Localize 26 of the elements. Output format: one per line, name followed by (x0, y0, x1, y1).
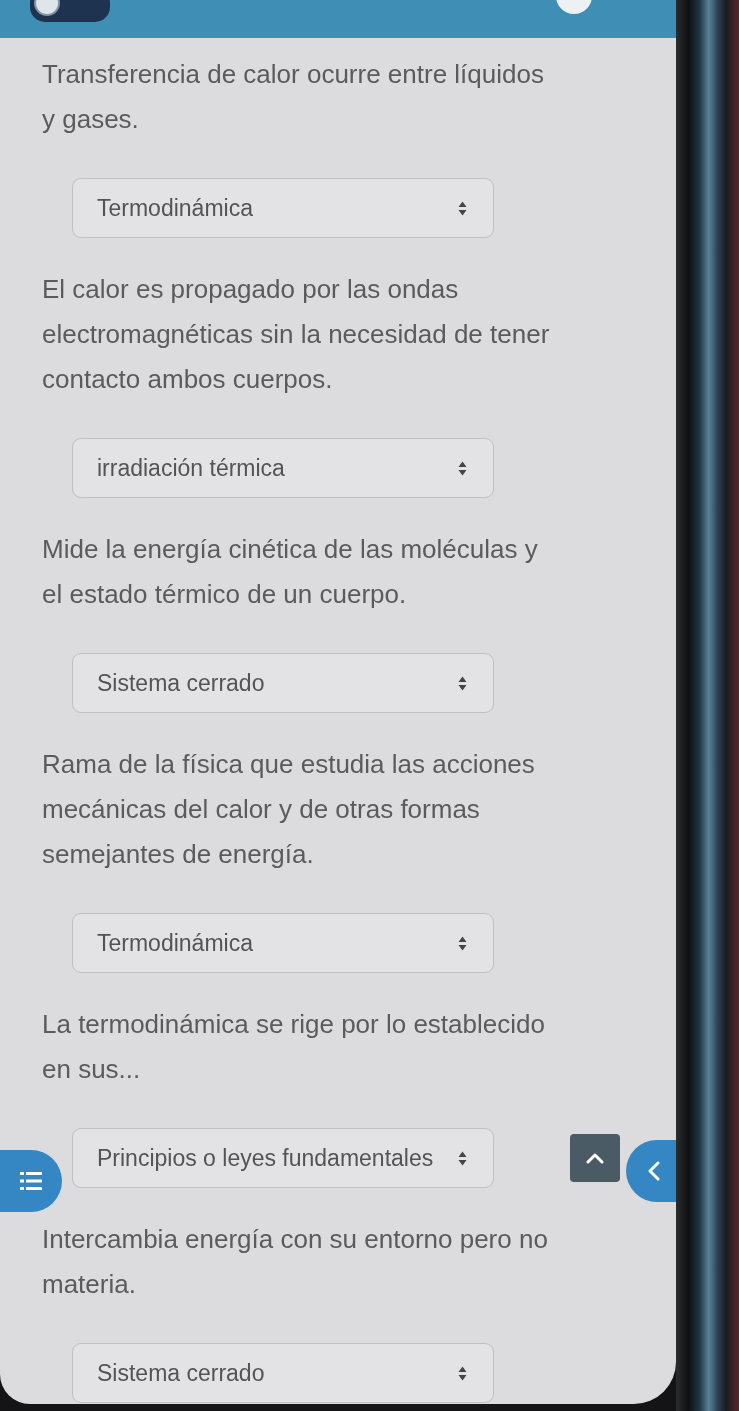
back-button[interactable] (626, 1140, 676, 1202)
up-down-arrows-icon (458, 675, 467, 691)
answer-dropdown[interactable]: Termodinámica (72, 178, 494, 238)
question-text: Rama de la física que estudia las acciones mecánicas del calor y de otras formas semejantes de energía. (42, 748, 535, 871)
answer-dropdown[interactable]: Principios o leyes fundamentales (72, 1128, 494, 1188)
question-text: El calor es propagado por las ondas electromagnéticas sin la necesidad de tener contacto ambos cuerpos. (42, 273, 550, 396)
up-down-arrows-icon (458, 460, 467, 476)
caret-up-icon (586, 1152, 604, 1164)
back-to-top-button[interactable] (570, 1134, 620, 1182)
up-down-arrows-icon (458, 1150, 467, 1166)
answer-dropdown[interactable]: Termodinámica (72, 913, 494, 973)
chevron-left-icon (648, 1161, 660, 1181)
answer-dropdown[interactable]: Sistema cerrado (72, 1343, 494, 1403)
answer-dropdown[interactable]: Sistema cerrado (72, 653, 494, 713)
answer-dropdown[interactable]: irradiación térmica (72, 438, 494, 498)
question-text: Transferencia de calor ocurre entre líquidos y gases. (42, 58, 544, 136)
question-text: La termodinámica se rige por lo establecido en sus... (42, 1008, 545, 1086)
logo-icon (30, 0, 110, 22)
up-down-arrows-icon (458, 200, 467, 216)
list-icon (20, 1172, 42, 1190)
up-down-arrows-icon (458, 935, 467, 951)
avatar-icon[interactable] (556, 0, 592, 14)
menu-list-button[interactable] (0, 1150, 62, 1212)
question-text: Intercambia energía con su entorno pero no materia. (42, 1223, 548, 1301)
up-down-arrows-icon (458, 1365, 467, 1381)
question-text: Mide la energía cinética de las moléculas y el estado térmico de un cuerpo. (42, 533, 538, 611)
